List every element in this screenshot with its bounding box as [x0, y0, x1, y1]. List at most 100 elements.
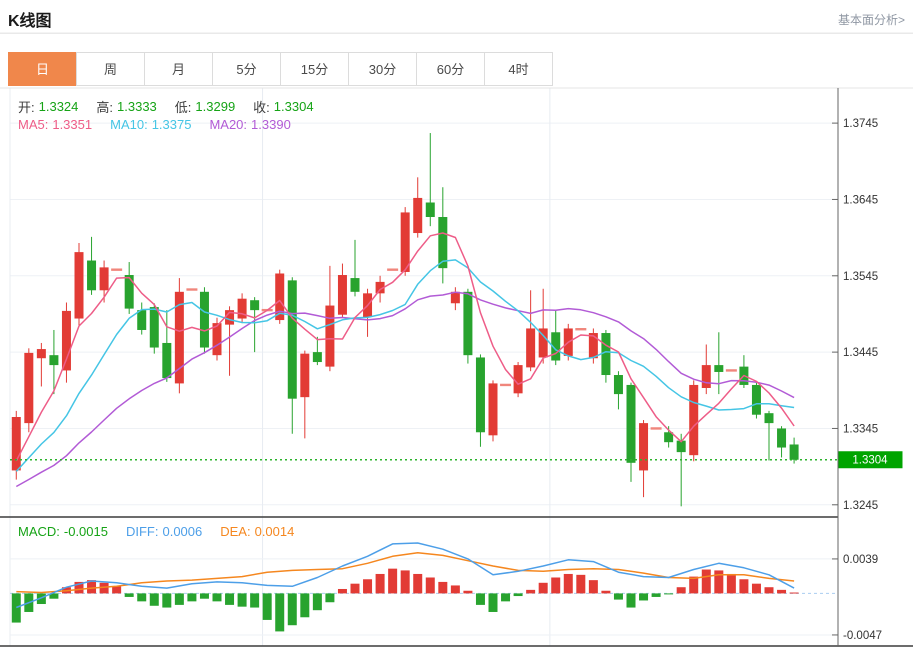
candlestick — [651, 427, 662, 429]
page-title: K线图 — [8, 7, 52, 31]
candle-body — [12, 417, 21, 470]
macd-bar — [351, 584, 360, 594]
high-value: 1.3333 — [117, 99, 157, 114]
ohlc-readout: 开: 1.3324 高: 1.3333 低: 1.3299 收: 1.3304 — [18, 97, 314, 116]
macd-bar — [363, 579, 372, 593]
candle-body — [338, 275, 347, 315]
candlestick — [526, 290, 535, 371]
candlestick — [75, 243, 84, 325]
flat-candle-dash — [111, 268, 122, 270]
macd-bar — [790, 593, 799, 594]
macd-bar — [238, 593, 247, 606]
macd-bar — [601, 591, 610, 594]
dea-label: DEA: — [220, 524, 250, 539]
macd-bar — [175, 593, 184, 604]
macd-bar — [664, 593, 673, 594]
candlestick — [500, 384, 511, 386]
price-axis-label: 1.3345 — [843, 423, 878, 435]
open-value: 1.3324 — [39, 99, 79, 114]
tab-30min[interactable]: 30分 — [348, 52, 417, 86]
candle-body — [514, 365, 523, 393]
candlestick — [413, 177, 422, 237]
macd-bar — [12, 593, 21, 622]
ma5-value: 1.3351 — [52, 117, 92, 132]
period-tab-bar: 日周月5分15分30分60分4时 — [8, 52, 553, 86]
candlestick — [351, 240, 360, 296]
candle-body — [250, 300, 259, 310]
candle-body — [589, 333, 598, 358]
candle-body — [75, 252, 84, 318]
diff-label: DIFF: — [126, 524, 159, 539]
candlestick — [752, 383, 761, 419]
macd-bar — [526, 590, 535, 594]
diff-value: 0.0006 — [162, 524, 202, 539]
macd-bar — [564, 574, 573, 593]
candle-body — [463, 292, 472, 355]
ma20-label: MA20: — [209, 117, 247, 132]
tab-15min[interactable]: 15分 — [280, 52, 349, 86]
flat-candle-dash — [726, 369, 737, 371]
candle-body — [714, 365, 723, 372]
candlestick — [300, 351, 309, 439]
macd-bar — [325, 593, 334, 602]
candle-body — [526, 328, 535, 367]
macd-bar — [225, 593, 234, 604]
macd-bar — [714, 570, 723, 593]
macd-bar — [639, 593, 648, 600]
candlestick — [575, 328, 586, 330]
candle-body — [300, 354, 309, 398]
flat-candle-dash — [651, 427, 662, 429]
macd-label: MACD: — [18, 524, 60, 539]
low-label: 低: — [175, 97, 192, 116]
candle-body — [175, 292, 184, 384]
macd-bar — [551, 577, 560, 593]
ma10-label: MA10: — [110, 117, 148, 132]
low-value: 1.3299 — [195, 99, 235, 114]
macd-bar — [338, 589, 347, 593]
candlestick — [476, 354, 485, 446]
macd-axis-label: 0.0039 — [843, 554, 878, 566]
candle-body — [765, 413, 774, 423]
candle-body — [24, 353, 33, 423]
macd-bar — [300, 593, 309, 617]
macd-bar — [376, 574, 385, 593]
candlestick — [12, 411, 21, 480]
candlestick — [777, 426, 786, 457]
candle-body — [601, 333, 610, 375]
candle-body — [614, 375, 623, 394]
candlestick — [387, 268, 398, 270]
candle-body — [689, 385, 698, 455]
flat-candle-dash — [186, 288, 197, 290]
macd-bar — [501, 593, 510, 601]
candle-body — [639, 423, 648, 470]
macd-bar — [150, 593, 159, 605]
tab-5min[interactable]: 5分 — [212, 52, 281, 86]
candlestick — [451, 287, 460, 310]
flat-candle-dash — [500, 384, 511, 386]
fundamental-analysis-link[interactable]: 基本面分析> — [838, 11, 905, 28]
tab-60min[interactable]: 60分 — [416, 52, 485, 86]
candle-body — [200, 292, 209, 348]
candle-body — [37, 349, 46, 358]
candle-body — [489, 383, 498, 435]
candlestick — [551, 310, 560, 365]
price-axis-label: 1.3645 — [843, 194, 878, 206]
candle-body — [476, 357, 485, 432]
tab-month[interactable]: 月 — [144, 52, 213, 86]
macd-bar — [213, 593, 222, 601]
ma10-value: 1.3375 — [152, 117, 192, 132]
macd-readout: MACD: -0.0015 DIFF: 0.0006 DEA: 0.0014 — [18, 524, 294, 539]
macd-bar — [589, 580, 598, 593]
candle-body — [137, 310, 146, 330]
tab-4hour[interactable]: 4时 — [484, 52, 553, 86]
candlestick — [627, 383, 636, 482]
macd-bar — [489, 593, 498, 612]
tab-week[interactable]: 周 — [76, 52, 145, 86]
ma-readout: MA5: 1.3351 MA10: 1.3375 MA20: 1.3390 — [18, 117, 291, 132]
price-axis-label: 1.3545 — [843, 271, 878, 283]
macd-bar — [112, 586, 121, 593]
macd-bar — [426, 577, 435, 593]
candle-body — [401, 212, 410, 272]
macd-bar — [765, 587, 774, 593]
tab-day[interactable]: 日 — [8, 52, 77, 86]
